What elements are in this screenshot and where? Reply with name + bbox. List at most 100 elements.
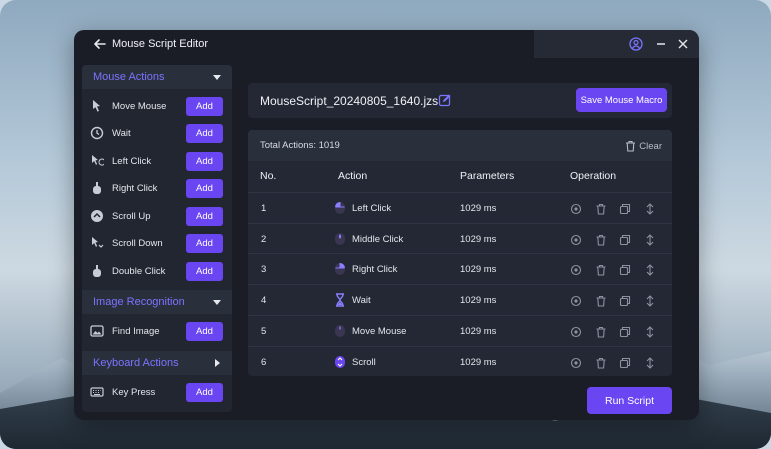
row-parameters: 1029 ms xyxy=(460,203,497,214)
section-image-recognition[interactable]: Image Recognition xyxy=(82,290,232,314)
clear-label: Clear xyxy=(639,140,662,152)
delete-icon[interactable] xyxy=(595,356,607,369)
row-number: 5 xyxy=(261,325,267,337)
row-parameters: 1029 ms xyxy=(460,264,497,276)
view-icon[interactable] xyxy=(570,294,582,307)
sidebar-item-label: Right Click xyxy=(112,183,158,194)
duplicate-icon[interactable] xyxy=(619,233,631,245)
table-toolbar: Total Actions: 1019 Clear xyxy=(248,130,672,161)
reorder-icon[interactable] xyxy=(644,294,656,307)
section-mouse-actions[interactable]: Mouse Actions xyxy=(82,65,232,89)
scroll-icon xyxy=(334,355,346,369)
sidebar-item-left-click: Left Click Add xyxy=(82,148,232,175)
sidebar-item-move-mouse: Move Mouse Add xyxy=(82,93,232,120)
minimize-icon[interactable] xyxy=(653,36,669,52)
image-icon xyxy=(90,325,104,337)
row-action: Move Mouse xyxy=(352,325,407,337)
sidebar-item-label: Move Mouse xyxy=(112,101,167,112)
reorder-icon[interactable] xyxy=(644,356,656,369)
action-sidebar: Mouse Actions Move Mouse Add Wait Add Le… xyxy=(82,65,232,412)
sidebar-item-label: Wait xyxy=(112,128,131,139)
back-arrow-icon[interactable] xyxy=(92,36,108,52)
user-account-icon[interactable] xyxy=(628,36,644,52)
sidebar-item-label: Scroll Down xyxy=(112,238,163,249)
add-move-mouse-button[interactable]: Add xyxy=(186,97,223,116)
duplicate-icon[interactable] xyxy=(619,325,631,337)
table-row[interactable]: 1 Left Click 1029 ms xyxy=(248,192,672,223)
row-parameters: 1029 ms xyxy=(460,325,497,337)
add-scroll-down-button[interactable]: Add xyxy=(186,234,223,253)
delete-icon[interactable] xyxy=(595,325,607,338)
delete-icon[interactable] xyxy=(595,233,607,246)
duplicate-icon[interactable] xyxy=(619,263,631,276)
middle-click-icon xyxy=(334,232,346,246)
add-find-image-button[interactable]: Add xyxy=(186,322,223,341)
delete-icon[interactable] xyxy=(595,294,607,307)
left-click-icon xyxy=(334,201,346,215)
row-number: 1 xyxy=(261,203,267,214)
row-action: Right Click xyxy=(352,264,398,276)
sidebar-item-label: Scroll Up xyxy=(112,211,151,222)
clear-button[interactable]: Clear xyxy=(625,138,662,154)
table-row[interactable]: 3 Right Click 1029 ms xyxy=(248,253,672,284)
timer-icon xyxy=(90,126,104,140)
total-actions-count: 1019 xyxy=(318,140,340,151)
column-header-parameters: Parameters xyxy=(460,170,515,182)
trash-icon xyxy=(626,140,636,152)
run-script-button[interactable]: Run Script xyxy=(587,387,672,414)
view-icon[interactable] xyxy=(570,233,582,245)
table-row[interactable]: 6 Scroll 1029 ms xyxy=(248,345,672,377)
view-icon[interactable] xyxy=(570,263,582,276)
delete-icon[interactable] xyxy=(595,202,607,215)
duplicate-icon[interactable] xyxy=(619,356,631,368)
sidebar-item-find-image: Find Image Add xyxy=(82,318,232,345)
add-wait-button[interactable]: Add xyxy=(186,124,223,143)
column-header-no: No. xyxy=(260,170,277,182)
sidebar-item-key-press: Key Press Add xyxy=(82,379,232,406)
add-scroll-up-button[interactable]: Add xyxy=(186,207,223,226)
add-double-click-button[interactable]: Add xyxy=(186,262,223,281)
sidebar-item-label: Key Press xyxy=(112,387,156,398)
row-action: Left Click xyxy=(352,203,392,214)
right-click-icon xyxy=(334,262,346,276)
section-label: Mouse Actions xyxy=(93,71,165,83)
save-mouse-macro-button[interactable]: Save Mouse Macro xyxy=(576,88,667,112)
table-row[interactable]: 5 Move Mouse 1029 ms xyxy=(248,314,672,346)
section-keyboard-actions[interactable]: Keyboard Actions xyxy=(82,351,232,375)
window-title: Mouse Script Editor xyxy=(112,38,208,50)
row-parameters: 1029 ms xyxy=(460,356,497,368)
row-parameters: 1029 ms xyxy=(460,295,497,307)
row-action: Middle Click xyxy=(352,233,404,245)
scroll-up-icon xyxy=(91,210,103,222)
mouse-pointer-icon xyxy=(93,100,100,112)
close-icon[interactable] xyxy=(675,36,691,52)
edit-icon[interactable] xyxy=(438,93,452,107)
view-icon[interactable] xyxy=(570,325,582,337)
add-right-click-button[interactable]: Add xyxy=(186,179,223,198)
reorder-icon[interactable] xyxy=(644,325,656,338)
reorder-icon[interactable] xyxy=(644,202,656,215)
script-header: MouseScript_20240805_1640.jzs Save Mouse… xyxy=(248,83,672,118)
row-number: 6 xyxy=(261,356,267,368)
left-click-icon xyxy=(92,155,104,166)
add-left-click-button[interactable]: Add xyxy=(186,152,223,171)
table-row[interactable]: 4 Wait 1029 ms xyxy=(248,284,672,315)
row-parameters: 1029 ms xyxy=(460,233,497,245)
actions-table-panel: Total Actions: 1019 Clear No. Action Par… xyxy=(248,130,672,376)
view-icon[interactable] xyxy=(570,356,582,368)
caret-down-icon xyxy=(213,75,221,80)
table-row[interactable]: 2 Middle Click 1029 ms xyxy=(248,222,672,254)
caret-down-icon xyxy=(213,300,221,305)
caret-right-icon xyxy=(215,359,220,367)
view-icon[interactable] xyxy=(570,202,582,215)
hourglass-icon xyxy=(334,293,346,307)
add-key-press-button[interactable]: Add xyxy=(186,383,223,402)
row-number: 2 xyxy=(261,233,267,245)
delete-icon[interactable] xyxy=(595,263,607,276)
duplicate-icon[interactable] xyxy=(619,202,631,215)
keyboard-icon xyxy=(90,387,104,397)
reorder-icon[interactable] xyxy=(644,233,656,246)
duplicate-icon[interactable] xyxy=(619,294,631,307)
column-header-action: Action xyxy=(338,170,368,182)
reorder-icon[interactable] xyxy=(644,263,656,277)
